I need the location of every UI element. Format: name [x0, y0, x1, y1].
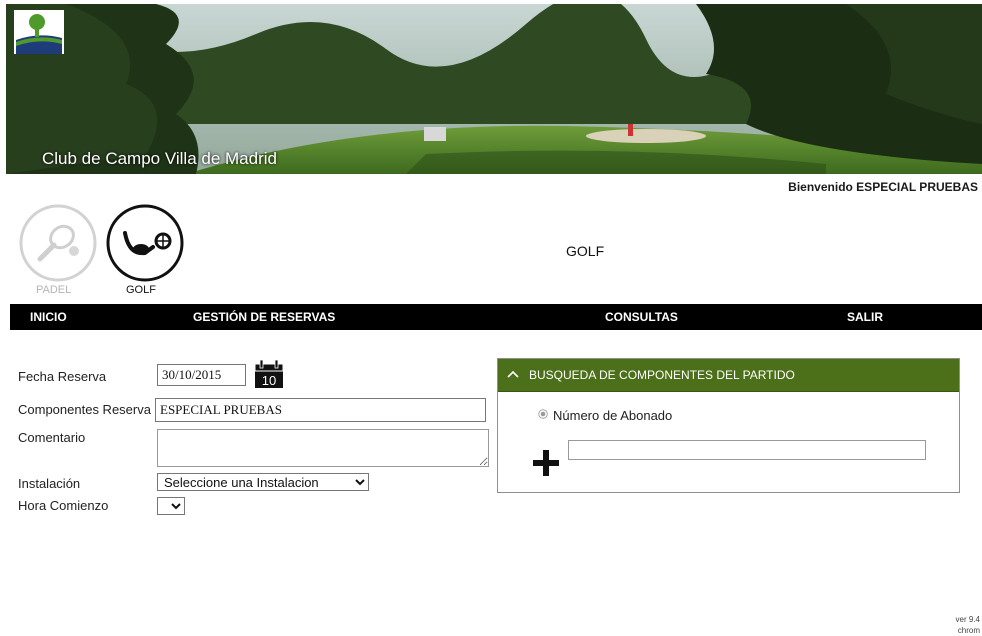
instalacion-label: Instalación — [18, 476, 81, 491]
numero-abonado-radio[interactable] — [538, 409, 548, 419]
club-logo[interactable] — [14, 10, 64, 54]
add-icon[interactable] — [531, 448, 561, 478]
padel-label: PADEL — [36, 284, 72, 296]
nav-inicio[interactable]: INICIO — [30, 310, 67, 324]
fecha-reserva-input[interactable] — [157, 364, 246, 386]
section-title: GOLF — [566, 243, 605, 259]
comentario-textarea[interactable] — [157, 429, 489, 467]
version-info: ver 9.4 chrom — [956, 614, 980, 636]
fecha-reserva-label: Fecha Reserva — [18, 369, 107, 384]
golf-label: GOLF — [126, 284, 156, 296]
welcome-message: Bienvenido ESPECIAL PRUEBAS — [788, 180, 978, 194]
hora-comienzo-select[interactable] — [157, 497, 185, 515]
nav-consultas[interactable]: CONSULTAS — [605, 310, 678, 324]
instalacion-select[interactable]: Seleccione una Instalacion — [157, 473, 369, 491]
main-nav: INICIO GESTIÓN DE RESERVAS CONSULTAS SAL… — [10, 304, 982, 330]
padel-racket-icon — [19, 204, 97, 282]
chevron-up-icon[interactable] — [506, 368, 520, 380]
golf-club-icon — [106, 204, 184, 282]
componentes-reserva-label: Componentes Reserva — [18, 402, 151, 417]
padel-selector[interactable] — [18, 203, 98, 283]
header-banner: Club de Campo Villa de Madrid — [6, 4, 982, 174]
club-name: Club de Campo Villa de Madrid — [42, 149, 277, 168]
numero-abonado-input[interactable] — [568, 440, 926, 460]
busqueda-componentes-panel: BUSQUEDA DE COMPONENTES DEL PARTIDO Núme… — [497, 358, 960, 493]
calendar-icon[interactable]: 10 — [254, 359, 284, 388]
panel-title: BUSQUEDA DE COMPONENTES DEL PARTIDO — [529, 368, 795, 382]
nav-salir[interactable]: SALIR — [847, 310, 883, 324]
hora-comienzo-label: Hora Comienzo — [18, 498, 109, 513]
numero-abonado-label: Número de Abonado — [553, 408, 673, 423]
version-number: ver 9.4 — [955, 615, 980, 624]
comentario-label: Comentario — [18, 430, 86, 445]
browser-label: chrom — [957, 626, 980, 635]
panel-header[interactable]: BUSQUEDA DE COMPONENTES DEL PARTIDO — [498, 359, 959, 392]
golf-selector[interactable] — [105, 203, 185, 283]
componentes-reserva-input[interactable] — [155, 398, 486, 422]
nav-gestion-reservas[interactable]: GESTIÓN DE RESERVAS — [193, 310, 335, 324]
calendar-day: 10 — [262, 373, 276, 388]
